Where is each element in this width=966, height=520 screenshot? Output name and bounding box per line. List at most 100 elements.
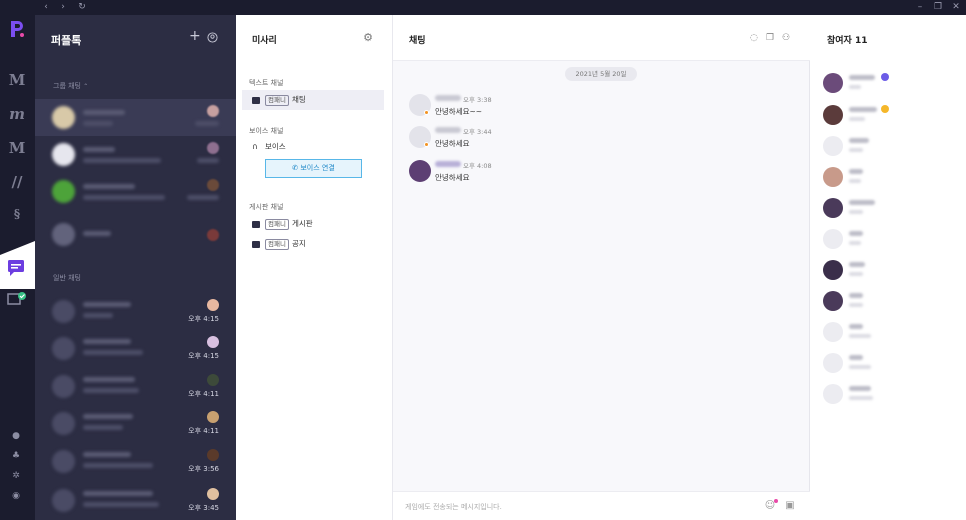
channel-item-chat[interactable]: 컴패니 채팅 [242,90,384,110]
user-circle-icon[interactable] [207,32,218,43]
message: 오후 3:38 안녕하세요~~ [409,94,709,120]
phone-icon: ✆ [292,164,299,172]
channel-item-board[interactable]: 컴패니 게시판 [242,214,384,234]
game-icon-lineage[interactable]: M [6,69,28,91]
chat-time: 오후 4:11 [188,390,219,398]
game-icon-lineage-m[interactable]: M [6,137,28,159]
server-title: 미사리 [252,36,277,46]
image-icon[interactable]: ▣ [784,500,796,512]
message-time: 오후 4:08 [463,162,492,170]
title-bar: ‹ › ↻ – ❐ ✕ [0,0,966,15]
message-time: 오후 3:38 [463,96,492,104]
chat-time: 오후 4:11 [188,427,219,435]
status-dot [424,110,429,115]
avatar[interactable] [409,160,431,182]
chevron-left-icon[interactable]: ‹ [39,0,53,15]
message-text: 안녕하세요 [435,173,470,182]
game-icon-lineage2[interactable]: m [6,103,28,125]
close-icon[interactable]: ✕ [948,0,964,15]
board-channel-section: 게시판 채널 [249,203,284,211]
list-item[interactable]: 오후 4:15 [35,293,236,330]
list-item[interactable] [35,173,236,210]
channel-name: 공지 [291,239,306,248]
channel-item-notice[interactable]: 컴패니 공지 [242,234,384,254]
list-item[interactable]: 오후 4:11 [35,405,236,442]
chat-panel: 채팅 ◌ ❐ ⚇ 2021년 5월 20일 오후 3:38 안녕하세요~~ 오후… [393,15,810,520]
list-item[interactable] [35,216,236,253]
channel-tag: 컴패니 [265,238,289,250]
channel-name: 보이스 [265,142,286,151]
bell-icon[interactable]: ◌ [750,33,758,43]
gear-icon[interactable]: ⚙ [363,31,373,44]
panel-title: 퍼플톡 [51,34,82,47]
refresh-icon[interactable]: ↻ [75,0,89,15]
date-separator: 2021년 5월 20일 [565,67,637,81]
list-item[interactable]: 오후 4:15 [35,330,236,367]
chat-title: 채팅 [409,36,426,46]
group-section-label[interactable]: 그룹 채팅 ⌃ [53,81,88,91]
plus-icon[interactable]: + [189,28,201,44]
help-icon[interactable]: ◉ [9,489,23,503]
purple-talk-tab[interactable] [0,241,35,289]
game-icon-blade-soul[interactable]: § [6,203,28,225]
purple-logo-icon[interactable] [8,19,26,39]
channel-tag: 컴패니 [265,94,289,106]
gear-icon[interactable]: ✲ [9,469,23,483]
member-item[interactable] [823,353,953,377]
member-item[interactable] [823,105,953,129]
member-item[interactable] [823,229,953,253]
channel-name: 채팅 [291,95,306,104]
message: 오후 3:44 안녕하세요 [409,126,709,152]
add-member-icon[interactable]: ⚇ [782,33,790,43]
member-item[interactable] [823,73,953,97]
list-item[interactable]: 오후 3:45 [35,482,236,519]
channel-tag: 컴패니 [265,218,289,230]
cast-icon[interactable] [7,291,27,307]
voice-connect-button[interactable]: ✆ 보이스 연결 [265,159,362,178]
headphones-icon: ∩ [252,142,258,151]
restore-icon[interactable]: ❐ [930,0,946,15]
message-text: 안녕하세요~~ [435,107,483,116]
chat-time: 오후 4:15 [188,352,219,360]
list-item[interactable]: 오후 4:11 [35,368,236,405]
member-item[interactable] [823,136,953,160]
text-channel-section: 텍스트 채널 [249,79,284,87]
normal-section-label[interactable]: 일반 채팅 [53,273,81,283]
chat-time: 오후 3:45 [188,504,219,512]
game-rail: M m M // § ● ♣ ✲ ◉ [0,15,35,520]
chat-header: 채팅 ◌ ❐ ⚇ [393,15,810,61]
game-icon-lineage2m[interactable]: // [6,171,28,193]
member-item[interactable] [823,322,953,346]
status-dot [424,142,429,147]
channel-item-voice[interactable]: ∩ 보이스 [242,137,384,157]
list-item[interactable] [35,99,236,136]
copy-icon[interactable]: ❐ [766,33,774,43]
list-item[interactable] [35,136,236,173]
channel-name: 게시판 [291,219,313,228]
board-icon [252,240,260,248]
members-title: 참여자 11 [827,36,868,46]
chat-list-panel: 퍼플톡 + 그룹 채팅 ⌃ 일반 채팅 오후 4:15 오후 4:15 오후 4… [35,15,236,520]
channel-panel: 미사리 ⚙ 텍스트 채널 컴패니 채팅 보이스 채널 ∩ 보이스 ✆ 보이스 연결 … [236,15,393,520]
message-text: 안녕하세요 [435,139,470,148]
chat-time: 오후 4:15 [188,315,219,323]
person-icon[interactable]: ● [9,429,23,443]
member-item[interactable] [823,167,953,191]
message-input[interactable]: 게임에도 전송되는 메시지입니다. [405,502,502,512]
message-time: 오후 3:44 [463,128,492,136]
chat-bubble-icon [252,96,260,104]
voice-channel-section: 보이스 채널 [249,127,284,135]
member-item[interactable] [823,384,953,408]
list-item[interactable]: 오후 3:56 [35,443,236,480]
member-item[interactable] [823,198,953,222]
message-composer[interactable]: 게임에도 전송되는 메시지입니다. ☺ ▣ [393,491,810,520]
minimize-icon[interactable]: – [912,0,928,15]
notification-dot [774,499,778,503]
chat-time: 오후 3:56 [188,465,219,473]
member-item[interactable] [823,291,953,315]
bell-icon[interactable]: ♣ [9,449,23,463]
board-icon [252,220,260,228]
chevron-right-icon[interactable]: › [56,0,70,15]
member-item[interactable] [823,260,953,284]
members-panel: 참여자 11 [810,15,966,520]
